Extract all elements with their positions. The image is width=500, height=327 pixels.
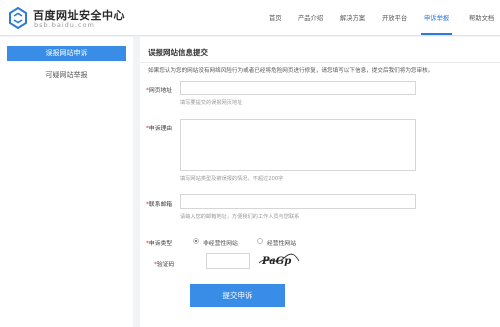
appeal-type-label: *申诉类型 — [146, 241, 173, 247]
sidebar: 误报网站申诉 可疑网站举报 — [0, 37, 133, 327]
top-header: 百度网址安全中心 bsb.baidu.com 首页 产品介绍 解决方案 开放平台… — [0, 0, 500, 36]
reason-hint: 填写网站类型及被误报的情况，不超过200字 — [180, 176, 284, 182]
intro-text: 如果您认为您的网站没有网络风险行为或者已经将危险网页进行修复，请您填写以下信息，… — [148, 68, 434, 74]
site-domain: bsb.baidu.com — [34, 21, 95, 29]
radio-non-commercial[interactable] — [193, 238, 199, 244]
radio-commercial[interactable] — [257, 238, 263, 244]
nav-active-indicator — [421, 33, 452, 35]
email-input[interactable] — [180, 194, 416, 209]
sidebar-item-false-positive-appeal[interactable]: 误报网站申诉 — [7, 46, 126, 61]
nav-appeal-report[interactable]: 申诉举报 — [424, 13, 449, 22]
sidebar-item-suspicious-report[interactable]: 可疑网站举报 — [7, 68, 126, 83]
captcha-image-text: PaGp — [261, 256, 291, 267]
radio-non-commercial-label[interactable]: 非经营性网站 — [203, 238, 238, 247]
nav-home[interactable]: 首页 — [269, 13, 282, 22]
submit-appeal-button[interactable]: 提交申诉 — [190, 284, 285, 307]
page-title: 误报网站信息提交 — [148, 48, 208, 57]
email-hint: 请输入您的邮箱地址，方便我们的工作人员与您联系 — [180, 214, 300, 220]
reason-label: *申诉理由 — [146, 126, 173, 132]
email-label: *联系邮箱 — [146, 202, 173, 208]
main-panel: 误报网站信息提交 如果您认为您的网站没有网络风险行为或者已经将危险网页进行修复，… — [140, 37, 500, 327]
reason-textarea[interactable] — [180, 119, 416, 171]
captcha-image[interactable]: PaGp — [258, 252, 300, 268]
nav-solutions[interactable]: 解决方案 — [340, 13, 365, 22]
url-input[interactable] — [180, 81, 416, 95]
nav-products[interactable]: 产品介绍 — [298, 13, 323, 22]
title-divider — [140, 62, 500, 63]
url-label: *网页地址 — [146, 88, 173, 94]
baidu-security-logo-icon[interactable] — [8, 7, 28, 29]
nav-help-docs[interactable]: 帮助文档 — [469, 13, 494, 22]
url-hint: 填写要提交的误报网页地址 — [180, 100, 243, 106]
radio-commercial-label[interactable]: 经营性网站 — [267, 238, 296, 247]
nav-open-platform[interactable]: 开放平台 — [382, 13, 407, 22]
captcha-input[interactable] — [206, 253, 250, 269]
captcha-label: *验证码 — [154, 262, 175, 268]
